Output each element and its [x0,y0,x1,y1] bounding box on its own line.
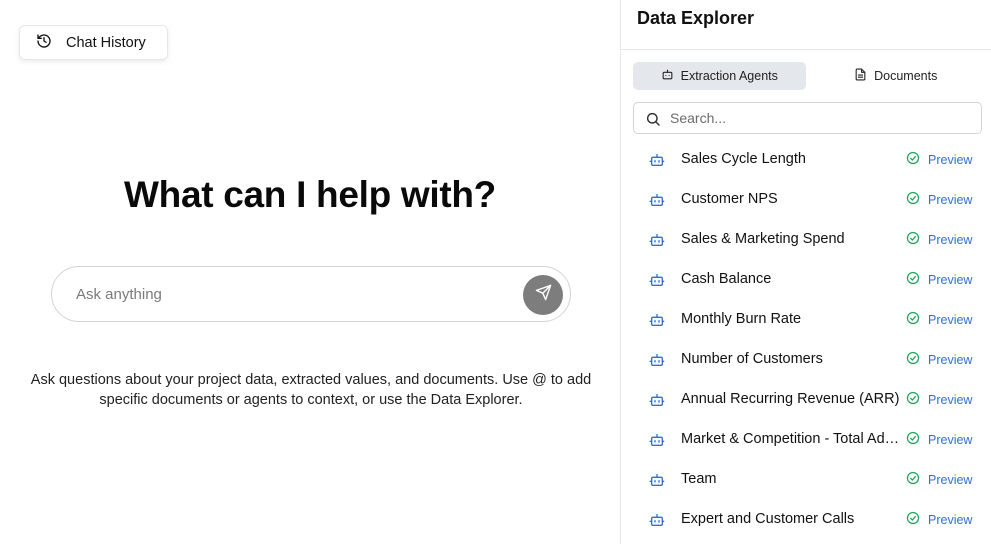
agent-name: Sales & Marketing Spend [681,231,845,247]
robot-icon [649,392,665,408]
preview-label: Preview [928,272,973,287]
preview-button[interactable]: Preview [906,471,972,488]
preview-button[interactable]: Preview [906,351,972,368]
agent-name: Cash Balance [681,271,772,287]
preview-label: Preview [928,432,973,447]
preview-label: Preview [928,192,973,207]
check-circle-icon [906,511,920,528]
tab-extraction-agents[interactable]: Extraction Agents [633,62,806,90]
robot-icon [649,272,665,288]
agent-name: Team [681,471,717,487]
panel-title: Data Explorer [637,8,755,28]
preview-button[interactable]: Preview [906,271,972,288]
panel-tabs: Extraction Agents Documents [633,62,982,90]
list-item[interactable]: Cash Balance Preview [621,260,991,300]
panel-divider [621,49,991,50]
check-circle-icon [906,351,920,368]
preview-label: Preview [928,472,973,487]
data-explorer-panel: Data Explorer Extraction Agents Document… [620,0,991,544]
robot-icon [649,312,665,328]
robot-icon [649,152,665,168]
list-item[interactable]: Team Preview [621,460,991,500]
check-circle-icon [906,231,920,248]
list-item[interactable]: Annual Recurring Revenue (ARR) Preview [621,380,991,420]
preview-label: Preview [928,392,973,407]
list-item[interactable]: Sales Cycle Length Preview [621,140,991,180]
list-item[interactable]: Market & Competition - Total Addressable… [621,420,991,460]
ask-box [51,266,571,322]
agent-name: Annual Recurring Revenue (ARR) [681,391,900,407]
preview-label: Preview [928,152,973,167]
tab-label: Extraction Agents [680,69,778,83]
robot-icon [649,512,665,528]
preview-button[interactable]: Preview [906,231,972,248]
list-item[interactable]: Customer NPS Preview [621,180,991,220]
history-icon [36,33,52,53]
agent-name: Market & Competition - Total Addressable… [681,431,901,447]
chat-area: Chat History What can I help with? Ask q… [0,0,620,544]
search-box [633,102,982,134]
preview-label: Preview [928,232,973,247]
preview-button[interactable]: Preview [906,511,972,528]
ask-input[interactable] [76,267,516,321]
agent-name: Customer NPS [681,191,778,207]
robot-icon [661,68,674,84]
preview-label: Preview [928,512,973,527]
robot-icon [649,472,665,488]
agent-name: Expert and Customer Calls [681,511,855,527]
preview-button[interactable]: Preview [906,191,972,208]
tab-documents[interactable]: Documents [810,62,983,90]
agent-name: Sales Cycle Length [681,151,806,167]
document-icon [854,68,867,84]
robot-icon [649,192,665,208]
robot-icon [649,352,665,368]
check-circle-icon [906,391,920,408]
agent-list: Sales Cycle Length Preview Customer NPS [621,140,991,540]
list-item[interactable]: Number of Customers Preview [621,340,991,380]
list-item[interactable]: Expert and Customer Calls Preview [621,500,991,540]
send-button[interactable] [523,275,563,315]
preview-button[interactable]: Preview [906,431,972,448]
check-circle-icon [906,151,920,168]
agent-name: Monthly Burn Rate [681,311,802,327]
robot-icon [649,232,665,248]
preview-label: Preview [928,352,973,367]
robot-icon [649,432,665,448]
preview-button[interactable]: Preview [906,391,972,408]
page-title: What can I help with? [124,174,496,215]
search-input[interactable] [670,103,970,133]
agent-name: Number of Customers [681,351,823,367]
preview-button[interactable]: Preview [906,311,972,328]
check-circle-icon [906,191,920,208]
check-circle-icon [906,431,920,448]
list-item[interactable]: Monthly Burn Rate Preview [621,300,991,340]
tab-label: Documents [874,69,938,83]
check-circle-icon [906,471,920,488]
list-item[interactable]: Sales & Marketing Spend Preview [621,220,991,260]
chat-history-button[interactable]: Chat History [19,25,168,60]
app-root: Chat History What can I help with? Ask q… [0,0,991,544]
check-circle-icon [906,311,920,328]
preview-label: Preview [928,312,973,327]
help-text: Ask questions about your project data, e… [30,372,592,408]
preview-button[interactable]: Preview [906,151,972,168]
check-circle-icon [906,271,920,288]
chat-history-label: Chat History [66,34,146,51]
send-icon [535,284,552,306]
